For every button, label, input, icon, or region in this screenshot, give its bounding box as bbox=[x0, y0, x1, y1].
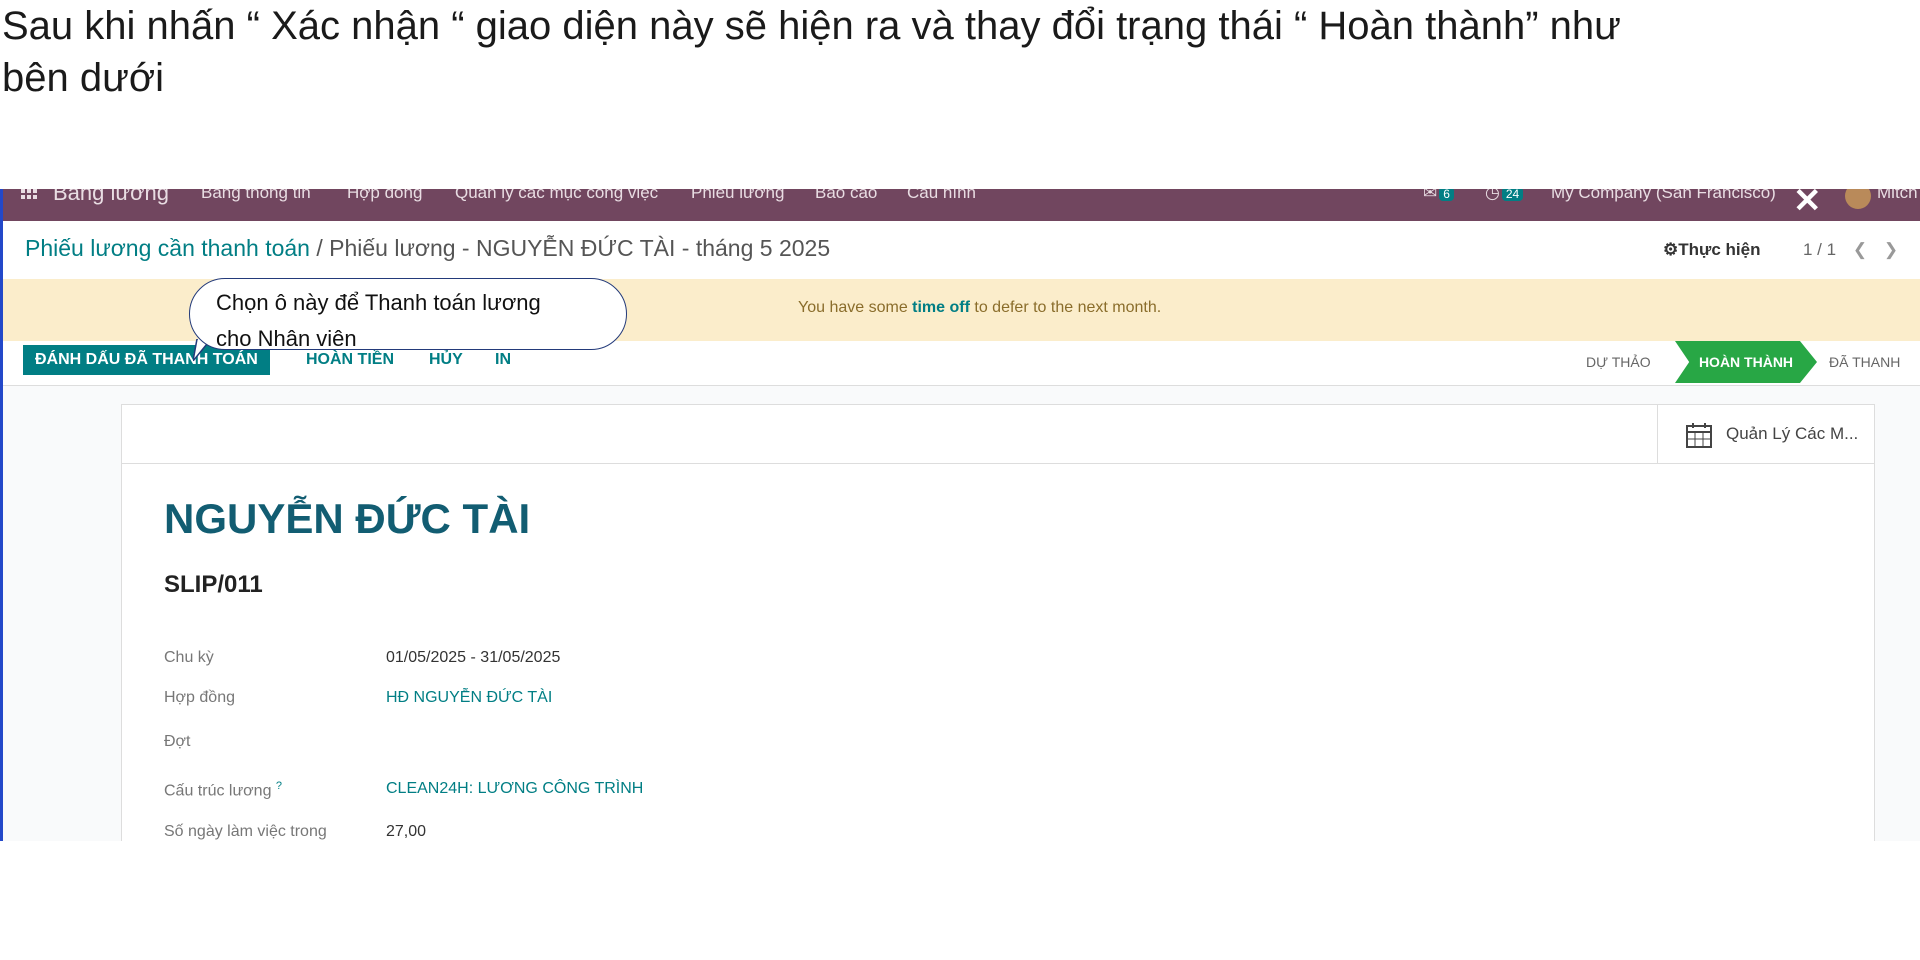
payslip-reference: SLIP/011 bbox=[164, 571, 263, 598]
menu-payslips[interactable]: Phiếu lương bbox=[691, 189, 784, 203]
contract-label: Hợp đồng bbox=[164, 689, 235, 706]
top-navbar: Bảng lương Bảng thông tin Hợp đồng Quản … bbox=[3, 189, 1920, 221]
menu-work-entries[interactable]: Quản lý các mục công việc bbox=[455, 189, 658, 203]
menu-dashboard[interactable]: Bảng thông tin bbox=[201, 189, 311, 203]
activity-icon[interactable]: ◷ 24 bbox=[1485, 189, 1524, 203]
action-gear-button[interactable]: ⚙Thực hiện bbox=[1663, 240, 1760, 260]
work-entries-smart-button[interactable]: Quản Lý Các M... bbox=[1657, 405, 1874, 463]
instruction-callout: Chọn ô này để Thanh toán lương cho Nhân … bbox=[189, 278, 627, 351]
chevron-right-icon[interactable]: ❯ bbox=[1884, 240, 1898, 259]
alert-message: You have some time off to defer to the n… bbox=[798, 299, 1161, 317]
user-name[interactable]: Mitch bbox=[1877, 189, 1918, 203]
smart-button-label: Quản Lý Các M... bbox=[1726, 424, 1859, 443]
callout-line-2: cho Nhân viên bbox=[216, 326, 357, 351]
breadcrumb-parent[interactable]: Phiếu lương cần thanh toán bbox=[25, 235, 310, 261]
menu-reports[interactable]: Báo cáo bbox=[815, 189, 877, 203]
period-label: Chu kỳ bbox=[164, 649, 214, 666]
gear-button-label: Thực hiện bbox=[1678, 240, 1761, 259]
gear-icon: ⚙ bbox=[1663, 240, 1679, 259]
working-days-label: Số ngày làm việc trong bbox=[164, 823, 327, 840]
time-off-link[interactable]: time off bbox=[912, 299, 970, 316]
menu-contracts[interactable]: Hợp đồng bbox=[347, 189, 422, 203]
chevron-left-icon[interactable]: ❮ bbox=[1853, 240, 1867, 259]
period-value[interactable]: 01/05/2025 - 31/05/2025 bbox=[386, 649, 560, 667]
pager-value[interactable]: 1 / 1 bbox=[1803, 240, 1836, 259]
chat-count-badge: 6 bbox=[1439, 189, 1454, 201]
breadcrumb-current: Phiếu lương - NGUYỄN ĐỨC TÀI - tháng 5 2… bbox=[329, 235, 831, 261]
close-icon[interactable]: ✕ bbox=[1793, 189, 1822, 221]
instruction-line-1: Sau khi nhấn “ Xác nhận “ giao diện này … bbox=[2, 4, 1621, 48]
structure-link[interactable]: CLEAN24H: LƯƠNG CÔNG TRÌNH bbox=[386, 780, 643, 798]
instruction-line-2: bên dưới bbox=[2, 56, 164, 100]
button-box: Quản Lý Các M... bbox=[122, 405, 1874, 464]
apps-grid-icon[interactable] bbox=[21, 189, 39, 203]
app-name[interactable]: Bảng lương bbox=[53, 189, 169, 206]
instruction-text: Sau khi nhấn “ Xác nhận “ giao diện này … bbox=[0, 0, 1920, 104]
employee-name: NGUYỄN ĐỨC TÀI bbox=[164, 495, 531, 542]
working-days-value[interactable]: 27,00 bbox=[386, 823, 426, 841]
callout-line-1: Chọn ô này để Thanh toán lương bbox=[216, 290, 541, 315]
structure-label-text: Cấu trúc lương bbox=[164, 782, 272, 800]
breadcrumb-separator: / bbox=[309, 235, 330, 261]
avatar[interactable] bbox=[1845, 189, 1871, 209]
calendar-icon bbox=[1686, 423, 1712, 448]
alert-text-after: to defer to the next month. bbox=[969, 299, 1162, 316]
breadcrumb: Phiếu lương cần thanh toán / Phiếu lương… bbox=[25, 235, 830, 262]
alert-text-before: You have some bbox=[798, 299, 913, 316]
help-tooltip-icon[interactable]: ? bbox=[276, 780, 282, 792]
status-paid[interactable]: ĐÃ THANH bbox=[1829, 341, 1900, 383]
control-panel: Phiếu lương cần thanh toán / Phiếu lương… bbox=[3, 221, 1920, 279]
pager: 1 / 1 ❮ ❯ bbox=[1803, 240, 1898, 260]
structure-label: Cấu trúc lương ? bbox=[164, 780, 282, 800]
contract-link[interactable]: HĐ NGUYỄN ĐỨC TÀI bbox=[386, 689, 552, 707]
status-draft[interactable]: DỰ THẢO bbox=[1586, 341, 1651, 383]
status-done[interactable]: HOÀN THÀNH bbox=[1675, 341, 1817, 383]
form-sheet: Quản Lý Các M... NGUYỄN ĐỨC TÀI SLIP/011… bbox=[121, 404, 1875, 841]
menu-configuration[interactable]: Cấu hình bbox=[907, 189, 976, 203]
company-switcher[interactable]: My Company (San Francisco) bbox=[1551, 189, 1776, 203]
odoo-screenshot: Bảng lương Bảng thông tin Hợp đồng Quản … bbox=[0, 189, 1920, 841]
chat-icon[interactable]: ✉ 6 bbox=[1423, 189, 1454, 203]
activity-count-badge: 24 bbox=[1501, 189, 1524, 201]
batch-label: Đợt bbox=[164, 733, 191, 750]
